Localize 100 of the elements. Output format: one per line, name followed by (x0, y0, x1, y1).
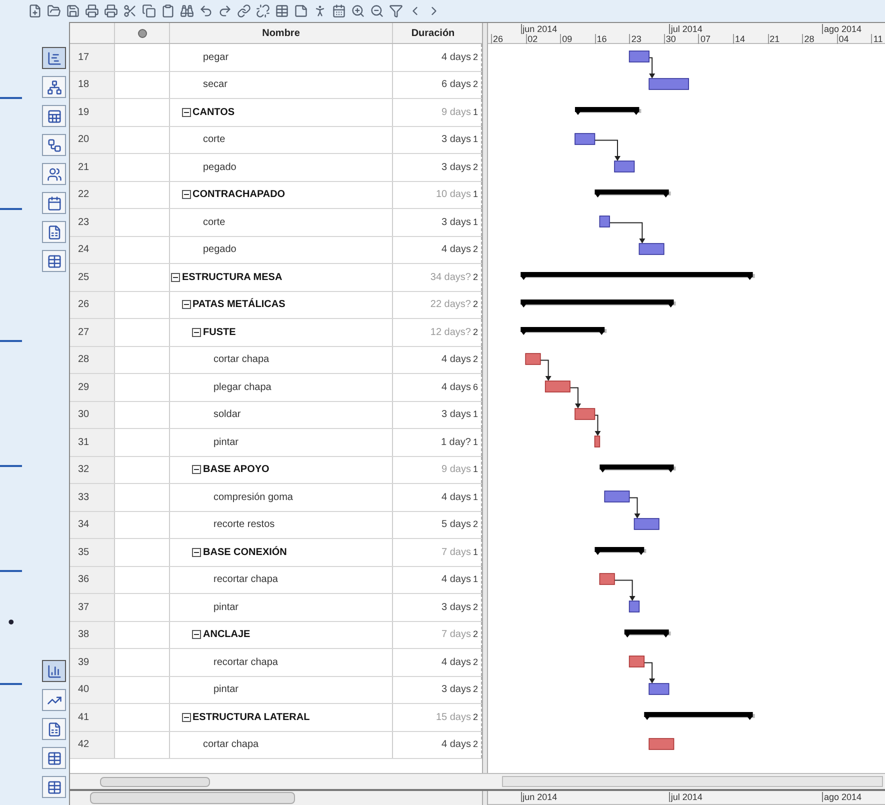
folder-icon[interactable] (47, 4, 61, 18)
week-label: 28 (802, 34, 814, 44)
dependency-arrow (614, 580, 636, 601)
view-button[interactable] (42, 105, 66, 127)
row-number: 35 (78, 546, 90, 560)
scrollbar-thumb[interactable] (90, 792, 295, 804)
summary-bar[interactable] (520, 272, 755, 280)
summary-bar[interactable] (594, 190, 671, 198)
table-cell-text: 1 (473, 490, 478, 504)
print-preview-icon[interactable] (104, 4, 118, 18)
task-name: corte (203, 133, 226, 148)
undo-icon[interactable] (199, 4, 213, 18)
view-button[interactable] (42, 718, 66, 740)
filter-icon[interactable] (389, 4, 403, 18)
row-number: 22 (78, 188, 90, 202)
collapse-icon[interactable] (192, 548, 201, 557)
scrollbar-thumb[interactable] (100, 776, 210, 787)
row-number: 39 (78, 656, 90, 670)
task-bar[interactable] (628, 50, 650, 62)
view-button[interactable] (42, 747, 66, 769)
duration-cell-text: 3 days (442, 600, 471, 615)
zoom-out-icon[interactable] (370, 4, 384, 18)
printer-icon[interactable] (85, 4, 99, 18)
task-bar[interactable] (628, 600, 640, 612)
task-name: ESTRUCTURA LATERAL (192, 710, 310, 725)
table-cell-text: 2 (473, 656, 478, 668)
table-cell-text: 2 (473, 600, 478, 614)
view-button[interactable] (42, 250, 66, 272)
task-bar[interactable] (638, 243, 664, 255)
task-name: FUSTE (203, 326, 236, 340)
view-button[interactable] (42, 689, 66, 711)
summary-bar[interactable] (624, 630, 671, 638)
summary-bar[interactable] (644, 712, 755, 720)
week-label: 09 (560, 34, 572, 44)
task-name: pegado (203, 160, 236, 175)
duration-cell-text: 3 days (442, 408, 471, 422)
task-bar[interactable] (628, 656, 645, 668)
scissors-icon[interactable] (123, 4, 137, 18)
task-bar[interactable] (574, 408, 596, 420)
month-label: ago 2014 (822, 792, 862, 802)
month-label: jun 2014 (520, 792, 558, 802)
collapse-icon[interactable] (182, 300, 190, 310)
view-button[interactable] (42, 660, 66, 682)
collapse-icon[interactable] (192, 630, 201, 640)
view-button[interactable] (42, 76, 66, 98)
view-button[interactable] (42, 134, 66, 156)
duration-cell-text: 4 days (442, 573, 471, 588)
duration-cell-text: 9 days (442, 106, 471, 120)
scrollbar-track[interactable] (502, 776, 883, 788)
summary-bar[interactable] (594, 547, 646, 555)
duration-cell-text: 4 days (442, 656, 471, 670)
row-number: 29 (78, 380, 90, 395)
collapse-icon[interactable] (182, 712, 190, 722)
calendar-icon[interactable] (332, 4, 346, 18)
summary-bar[interactable] (520, 327, 607, 335)
collapse-icon[interactable] (171, 272, 180, 282)
duration-cell-text: 5 days (442, 518, 471, 532)
duration-cell-text: 3 days (442, 160, 471, 175)
collapse-icon[interactable] (192, 328, 201, 337)
gantt-chart-icon (46, 50, 62, 66)
task-bar[interactable] (614, 160, 635, 172)
task-bar[interactable] (648, 683, 670, 695)
calendar-icon (46, 196, 62, 210)
view-button[interactable] (42, 163, 66, 185)
view-button[interactable] (42, 221, 66, 243)
save-icon[interactable] (66, 4, 80, 18)
summary-bar[interactable] (600, 464, 676, 472)
table-icon (46, 750, 62, 766)
copy-icon[interactable] (142, 4, 156, 18)
task-bar[interactable] (574, 133, 596, 145)
task-bar[interactable] (594, 436, 600, 448)
month-label: jun 2014 (520, 24, 558, 34)
clipboard-icon[interactable] (161, 4, 175, 18)
column-header[interactable]: Nombre (262, 26, 300, 40)
task-bar[interactable] (604, 490, 630, 502)
table-cell-text: 1 (473, 573, 478, 586)
view-button[interactable] (42, 776, 66, 798)
collapse-icon[interactable] (182, 190, 190, 200)
note-icon[interactable] (294, 4, 308, 18)
row-number: 23 (78, 216, 90, 230)
search-icon[interactable] (180, 4, 194, 18)
task-name: recortar chapa (214, 656, 278, 670)
task-name: ANCLAJE (203, 628, 250, 642)
month-label: jul 2014 (668, 792, 702, 802)
table-icon[interactable] (275, 4, 289, 18)
view-button[interactable] (42, 192, 66, 214)
redo-icon[interactable] (218, 4, 232, 18)
collapse-icon[interactable] (182, 108, 190, 117)
person-icon[interactable] (313, 4, 327, 18)
summary-bar[interactable] (574, 107, 642, 115)
link-icon[interactable] (237, 4, 251, 18)
summary-bar[interactable] (520, 300, 676, 308)
collapse-icon[interactable] (192, 465, 201, 474)
unlink-icon[interactable] (256, 4, 270, 18)
zoom-in-icon[interactable] (351, 4, 365, 18)
new-document-icon[interactable] (28, 4, 42, 18)
task-bar[interactable] (599, 216, 610, 228)
view-button[interactable] (42, 47, 66, 69)
row-number: 25 (78, 270, 90, 285)
column-header[interactable]: Duración (411, 26, 455, 40)
